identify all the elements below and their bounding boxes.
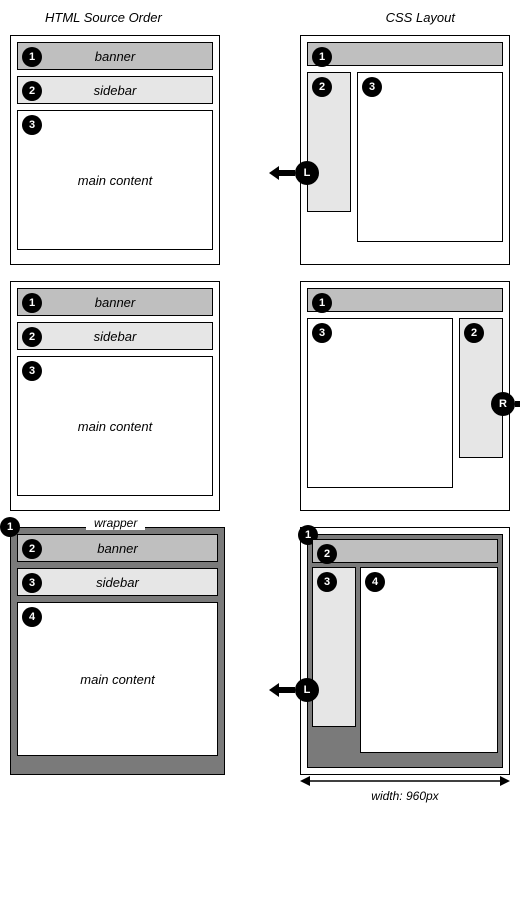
badge-1: 1: [22, 293, 42, 313]
label-sidebar: sidebar: [94, 329, 137, 344]
row-3: 1 wrapper 2 banner 3 sidebar 4 main cont…: [10, 527, 510, 803]
badge-4: 4: [22, 607, 42, 627]
lay-main: 4: [360, 567, 498, 753]
label-main: main content: [78, 419, 152, 434]
css-layout-3-container: 1 2 3 4 L: [300, 527, 510, 803]
lay-columns: 3 4: [312, 567, 498, 753]
css-layout-2: 1 3 2 R: [300, 281, 510, 511]
arrow-left-icon: [269, 166, 295, 180]
seg-banner: 2 banner: [17, 534, 218, 562]
float-right-indicator: R: [491, 392, 520, 416]
lay-main: 3: [307, 318, 453, 488]
label-main: main content: [80, 672, 154, 687]
badge-3: 3: [362, 77, 382, 97]
lay-banner: 2: [312, 539, 498, 563]
float-left-indicator: L: [269, 161, 319, 185]
lay-sidebar: 2: [307, 72, 351, 212]
label-sidebar: sidebar: [96, 575, 139, 590]
badge-3: 3: [22, 573, 42, 593]
badge-2: 2: [464, 323, 484, 343]
badge-3: 3: [22, 115, 42, 135]
seg-main: 3 main content: [17, 110, 213, 250]
seg-banner: 1 banner: [17, 42, 213, 70]
source-order-3-container: 1 wrapper 2 banner 3 sidebar 4 main cont…: [10, 527, 225, 775]
float-left-indicator: L: [269, 678, 319, 702]
badge-L: L: [295, 161, 319, 185]
badge-3: 3: [317, 572, 337, 592]
badge-2: 2: [317, 544, 337, 564]
width-indicator-arrow: [300, 775, 510, 787]
seg-sidebar: 2 sidebar: [17, 76, 213, 104]
badge-4: 4: [365, 572, 385, 592]
row-1: 1 banner 2 sidebar 3 main content 1 2 3: [10, 35, 510, 265]
badge-1: 1: [312, 47, 332, 67]
lay-main: 3: [357, 72, 503, 242]
badge-R: R: [491, 392, 515, 416]
source-order-1: 1 banner 2 sidebar 3 main content: [10, 35, 220, 265]
label-sidebar: sidebar: [94, 83, 137, 98]
css-layout-1: 1 2 3 L: [300, 35, 510, 265]
source-order-3: wrapper 2 banner 3 sidebar 4 main conten…: [10, 527, 225, 775]
badge-2: 2: [22, 539, 42, 559]
arrow-right-icon: [515, 397, 520, 411]
label-wrapper: wrapper: [86, 516, 145, 530]
badge-2: 2: [22, 81, 42, 101]
seg-main: 4 main content: [17, 602, 218, 756]
row-2: 1 banner 2 sidebar 3 main content 1 3 2: [10, 281, 510, 511]
lay-sidebar: 2: [459, 318, 503, 458]
seg-main: 3 main content: [17, 356, 213, 496]
css-layout-3: 1 2 3 4 L: [300, 527, 510, 775]
badge-1: 1: [0, 517, 20, 537]
lay-sidebar: 3: [312, 567, 356, 727]
label-main: main content: [78, 173, 152, 188]
badge-2: 2: [22, 327, 42, 347]
badge-3: 3: [312, 323, 332, 343]
label-banner: banner: [95, 49, 135, 64]
badge-1: 1: [312, 293, 332, 313]
title-right: CSS Layout: [386, 10, 455, 25]
badge-L: L: [295, 678, 319, 702]
badge-3: 3: [22, 361, 42, 381]
width-label: width: 960px: [300, 789, 510, 803]
column-titles: HTML Source Order CSS Layout: [10, 10, 510, 35]
lay-wrapper: 1 2 3 4: [307, 534, 503, 768]
lay-banner: 1: [307, 42, 503, 66]
seg-sidebar: 2 sidebar: [17, 322, 213, 350]
lay-columns: 2 3: [307, 72, 503, 242]
badge-1: 1: [22, 47, 42, 67]
title-left: HTML Source Order: [45, 10, 162, 25]
lay-banner: 1: [307, 288, 503, 312]
seg-banner: 1 banner: [17, 288, 213, 316]
arrow-left-icon: [269, 683, 295, 697]
label-banner: banner: [95, 295, 135, 310]
source-order-2: 1 banner 2 sidebar 3 main content: [10, 281, 220, 511]
lay-columns: 3 2: [307, 318, 503, 488]
badge-2: 2: [312, 77, 332, 97]
double-arrow-icon: [300, 775, 510, 787]
label-banner: banner: [97, 541, 137, 556]
seg-sidebar: 3 sidebar: [17, 568, 218, 596]
